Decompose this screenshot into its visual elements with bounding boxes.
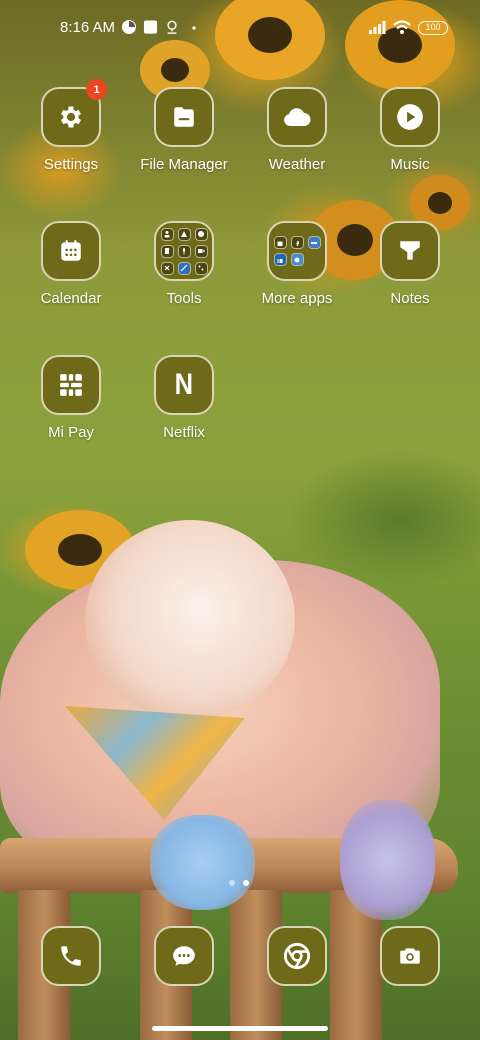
notification-badge: 1 bbox=[86, 79, 107, 100]
funnel-icon bbox=[400, 241, 420, 260]
app-music[interactable]: Music bbox=[354, 87, 466, 173]
page-dot bbox=[229, 880, 235, 886]
status-bar: 8:16 AM 100 bbox=[0, 0, 480, 56]
camera-icon bbox=[400, 948, 420, 964]
app-file-manager[interactable]: File Manager bbox=[128, 87, 240, 173]
app-label: Notes bbox=[390, 290, 430, 307]
music-tile[interactable] bbox=[380, 87, 440, 147]
folder-grid-icon bbox=[160, 227, 208, 275]
dock-messages[interactable] bbox=[154, 926, 214, 986]
clock-mini-icon bbox=[194, 227, 208, 241]
app-label: Settings bbox=[43, 156, 99, 173]
weather-tile[interactable] bbox=[267, 87, 327, 147]
battery-icon: 100 bbox=[418, 21, 448, 35]
settings-tile[interactable]: 1 bbox=[41, 79, 107, 147]
triangle-mini-icon bbox=[177, 227, 191, 241]
folder-grid-icon bbox=[273, 236, 321, 266]
app-netflix[interactable]: N Netflix bbox=[128, 355, 240, 441]
cat-decoration bbox=[85, 520, 295, 720]
scanner-mini-icon bbox=[177, 261, 191, 275]
app-folder-more-apps[interactable]: More apps bbox=[241, 221, 353, 307]
signal-icon bbox=[369, 21, 386, 34]
app-label: Netflix bbox=[163, 424, 205, 441]
page-dot-active bbox=[243, 880, 249, 886]
cloud-icon bbox=[284, 108, 311, 126]
gallery-mini-icon bbox=[290, 253, 304, 266]
app-label: Music bbox=[390, 156, 430, 173]
square-status-icon bbox=[143, 20, 158, 34]
cat-decoration bbox=[340, 800, 435, 920]
mic-mini-icon bbox=[177, 244, 191, 258]
facebook-mini-icon bbox=[290, 236, 304, 249]
app-label: File Manager bbox=[140, 156, 228, 173]
folder-icon bbox=[174, 107, 194, 127]
chat-icon bbox=[173, 946, 195, 966]
app-mi-pay[interactable]: Mi Pay bbox=[15, 355, 127, 441]
pie-status-icon bbox=[122, 20, 136, 34]
play-icon bbox=[397, 104, 423, 130]
netflix-n-icon: N bbox=[174, 368, 194, 401]
netflix-tile[interactable]: N bbox=[154, 355, 214, 415]
status-time: 8:16 AM bbox=[60, 19, 116, 36]
shop-mini-icon bbox=[273, 236, 287, 249]
chrome-tile[interactable] bbox=[267, 926, 327, 986]
app-calendar[interactable]: Calendar bbox=[15, 221, 127, 307]
app-weather[interactable]: Weather bbox=[241, 87, 353, 173]
home-gesture-bar[interactable] bbox=[152, 1026, 328, 1031]
notes-tile[interactable] bbox=[380, 221, 440, 281]
cat-decoration bbox=[150, 815, 255, 910]
app-label: Mi Pay bbox=[48, 424, 94, 441]
cross-mini-icon bbox=[160, 261, 174, 275]
dock-camera[interactable] bbox=[380, 926, 440, 986]
battery-level: 100 bbox=[425, 22, 441, 32]
app-folder-tools[interactable]: Tools bbox=[128, 221, 240, 307]
dock-chrome[interactable] bbox=[267, 926, 327, 986]
app-settings[interactable]: 1 Settings bbox=[15, 79, 127, 173]
phone-tile[interactable] bbox=[41, 926, 101, 986]
mi-pay-tile[interactable] bbox=[41, 355, 101, 415]
app-notes[interactable]: Notes bbox=[354, 221, 466, 307]
phone-icon bbox=[61, 946, 81, 966]
dock-phone[interactable] bbox=[41, 926, 101, 986]
app-label: More apps bbox=[261, 290, 333, 307]
video-mini-icon bbox=[194, 244, 208, 258]
gear-icon bbox=[60, 106, 82, 128]
linkedin-mini-icon bbox=[273, 253, 287, 266]
app-label: Tools bbox=[166, 290, 202, 307]
more-apps-folder-tile[interactable] bbox=[267, 221, 327, 281]
app-label: Calendar bbox=[40, 290, 102, 307]
wifi-icon bbox=[393, 20, 411, 34]
file-manager-tile[interactable] bbox=[154, 87, 214, 147]
chrome-icon bbox=[283, 942, 311, 970]
apps-mini-icon bbox=[194, 261, 208, 275]
tools-folder-tile[interactable] bbox=[154, 221, 214, 281]
dot-status-icon bbox=[192, 26, 196, 30]
user-mini-icon bbox=[160, 227, 174, 241]
page-indicator bbox=[229, 880, 249, 886]
calendar-tile[interactable] bbox=[41, 221, 101, 281]
location-status-icon bbox=[167, 20, 177, 34]
calculator-mini-icon bbox=[160, 244, 174, 258]
photos-mini-icon bbox=[307, 236, 321, 249]
messages-tile[interactable] bbox=[154, 926, 214, 986]
camera-tile[interactable] bbox=[380, 926, 440, 986]
calendar-icon bbox=[61, 240, 81, 261]
mipay-icon bbox=[60, 374, 82, 396]
app-label: Weather bbox=[268, 156, 326, 173]
